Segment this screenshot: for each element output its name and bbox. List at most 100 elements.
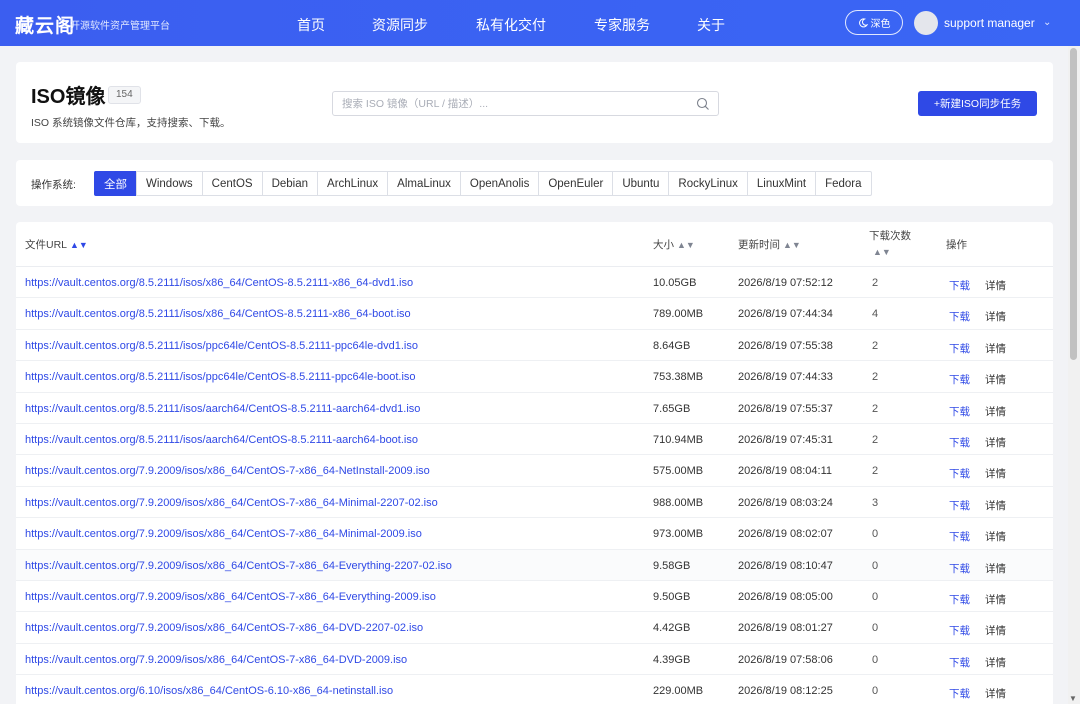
file-url-link[interactable]: https://vault.centos.org/8.5.2111/isos/p… [25,340,418,352]
filter-rockylinux[interactable]: RockyLinux [668,171,748,196]
filter-windows[interactable]: Windows [136,171,203,196]
file-url-link[interactable]: https://vault.centos.org/7.9.2009/isos/x… [25,591,436,603]
download-button[interactable]: 下载 [949,466,970,481]
file-size: 4.42GB [653,622,691,635]
nav-private-delivery[interactable]: 私有化交付 [476,15,546,35]
updated-time: 2026/8/19 08:01:27 [738,622,833,635]
scroll-down-arrow-icon[interactable]: ▼ [1069,694,1077,703]
file-url-link[interactable]: https://vault.centos.org/7.9.2009/isos/x… [25,528,422,540]
filter-fedora[interactable]: Fedora [815,171,872,196]
nav-resource-sync[interactable]: 资源同步 [372,15,428,35]
download-button[interactable]: 下载 [949,498,970,513]
new-iso-sync-task-button[interactable]: +新建ISO同步任务 [918,91,1037,116]
file-size: 789.00MB [653,308,704,321]
nav-about[interactable]: 关于 [697,15,725,35]
chevron-down-icon[interactable]: ⌄ [1043,17,1051,28]
detail-button[interactable]: 详情 [985,466,1006,481]
file-url-link[interactable]: https://vault.centos.org/7.9.2009/isos/x… [25,654,407,666]
nav-expert-service[interactable]: 专家服务 [594,15,650,35]
file-url-link[interactable]: https://vault.centos.org/7.9.2009/isos/x… [25,622,423,634]
file-url-link[interactable]: https://vault.centos.org/6.10/isos/x86_6… [25,685,393,697]
download-button[interactable]: 下载 [949,686,970,701]
file-size: 973.00MB [653,528,704,541]
file-size: 9.50GB [653,591,691,603]
file-url-link[interactable]: https://vault.centos.org/8.5.2111/isos/a… [25,403,420,415]
download-count: 0 [872,528,879,541]
file-url-link[interactable]: https://vault.centos.org/8.5.2111/isos/x… [25,277,413,289]
avatar[interactable] [914,11,938,35]
detail-button[interactable]: 详情 [985,686,1006,701]
nav-home[interactable]: 首页 [297,15,325,35]
download-button[interactable]: 下载 [949,623,970,638]
detail-button[interactable]: 详情 [985,655,1006,670]
column-header-downloads-label: 下载次数 [869,230,911,242]
detail-button[interactable]: 详情 [985,372,1006,387]
file-url-link[interactable]: https://vault.centos.org/7.9.2009/isos/x… [25,560,452,572]
detail-button[interactable]: 详情 [985,498,1006,513]
filter-linuxmint[interactable]: LinuxMint [746,171,817,196]
table-row: https://vault.centos.org/8.5.2111/isos/p… [16,361,1053,393]
file-url-link[interactable]: https://vault.centos.org/8.5.2111/isos/a… [25,434,418,446]
updated-time: 2026/8/19 08:12:25 [738,685,833,698]
updated-time: 2026/8/19 08:02:07 [738,528,833,541]
table-row: https://vault.centos.org/8.5.2111/isos/x… [16,267,1053,299]
download-button[interactable]: 下载 [949,309,970,324]
download-button[interactable]: 下载 [949,278,970,293]
detail-button[interactable]: 详情 [985,309,1006,324]
theme-toggle-button[interactable]: 深色 [845,10,903,35]
updated-time: 2026/8/19 07:45:31 [738,434,833,446]
filter-all[interactable]: 全部 [94,171,137,196]
table-row: https://vault.centos.org/7.9.2009/isos/x… [16,644,1053,676]
download-button[interactable]: 下载 [949,404,970,419]
download-button[interactable]: 下载 [949,561,970,576]
filter-archlinux[interactable]: ArchLinux [317,171,389,196]
file-url-link[interactable]: https://vault.centos.org/8.5.2111/isos/x… [25,308,411,320]
filter-almalinux[interactable]: AlmaLinux [387,171,461,196]
column-header-size[interactable]: 大小 ▲▼ [653,237,695,252]
detail-button[interactable]: 详情 [985,592,1006,607]
filter-debian[interactable]: Debian [261,171,319,196]
search-icon[interactable] [696,97,710,111]
sort-icon[interactable]: ▲▼ [873,247,911,257]
search-input[interactable] [342,92,682,115]
column-header-time[interactable]: 更新时间 ▲▼ [738,237,801,252]
file-size: 8.64GB [653,339,691,352]
scrollbar-thumb[interactable] [1070,48,1077,360]
detail-button[interactable]: 详情 [985,341,1006,356]
sort-icon[interactable]: ▲▼ [677,240,695,250]
updated-time: 2026/8/19 08:04:11 [738,465,832,478]
download-button[interactable]: 下载 [949,341,970,356]
detail-button[interactable]: 详情 [985,435,1006,450]
detail-button[interactable]: 详情 [985,561,1006,576]
download-count: 4 [872,308,879,321]
filter-openeuler[interactable]: OpenEuler [538,171,614,196]
detail-button[interactable]: 详情 [985,278,1006,293]
detail-button[interactable]: 详情 [985,529,1006,544]
updated-time: 2026/8/19 07:52:12 [738,277,833,289]
column-header-downloads[interactable]: 下载次数 ▲▼ [869,228,911,257]
filter-openanolis[interactable]: OpenAnolis [459,171,540,196]
sort-icon[interactable]: ▲▼ [783,240,801,250]
download-button[interactable]: 下载 [949,655,970,670]
download-button[interactable]: 下载 [949,592,970,607]
download-button[interactable]: 下载 [949,372,970,387]
user-name[interactable]: support manager [944,16,1035,30]
download-count: 0 [872,591,879,603]
download-button[interactable]: 下载 [949,435,970,450]
detail-button[interactable]: 详情 [985,404,1006,419]
column-header-url[interactable]: 文件URL ▲▼ [25,237,88,252]
file-url-link[interactable]: https://vault.centos.org/7.9.2009/isos/x… [25,465,430,477]
file-size: 9.58GB [653,559,691,572]
filter-centos[interactable]: CentOS [201,171,263,196]
sort-icon[interactable]: ▲▼ [70,240,88,250]
file-url-link[interactable]: https://vault.centos.org/8.5.2111/isos/p… [25,371,416,383]
brand-logo[interactable]: 藏云阁 [15,11,75,38]
table-row: https://vault.centos.org/7.9.2009/isos/x… [16,581,1053,613]
table-row: https://vault.centos.org/8.5.2111/isos/x… [16,298,1053,330]
updated-time: 2026/8/19 07:44:33 [738,371,833,384]
updated-time: 2026/8/19 08:03:24 [738,496,833,509]
detail-button[interactable]: 详情 [985,623,1006,638]
download-button[interactable]: 下载 [949,529,970,544]
file-url-link[interactable]: https://vault.centos.org/7.9.2009/isos/x… [25,497,438,509]
filter-ubuntu[interactable]: Ubuntu [612,171,670,196]
